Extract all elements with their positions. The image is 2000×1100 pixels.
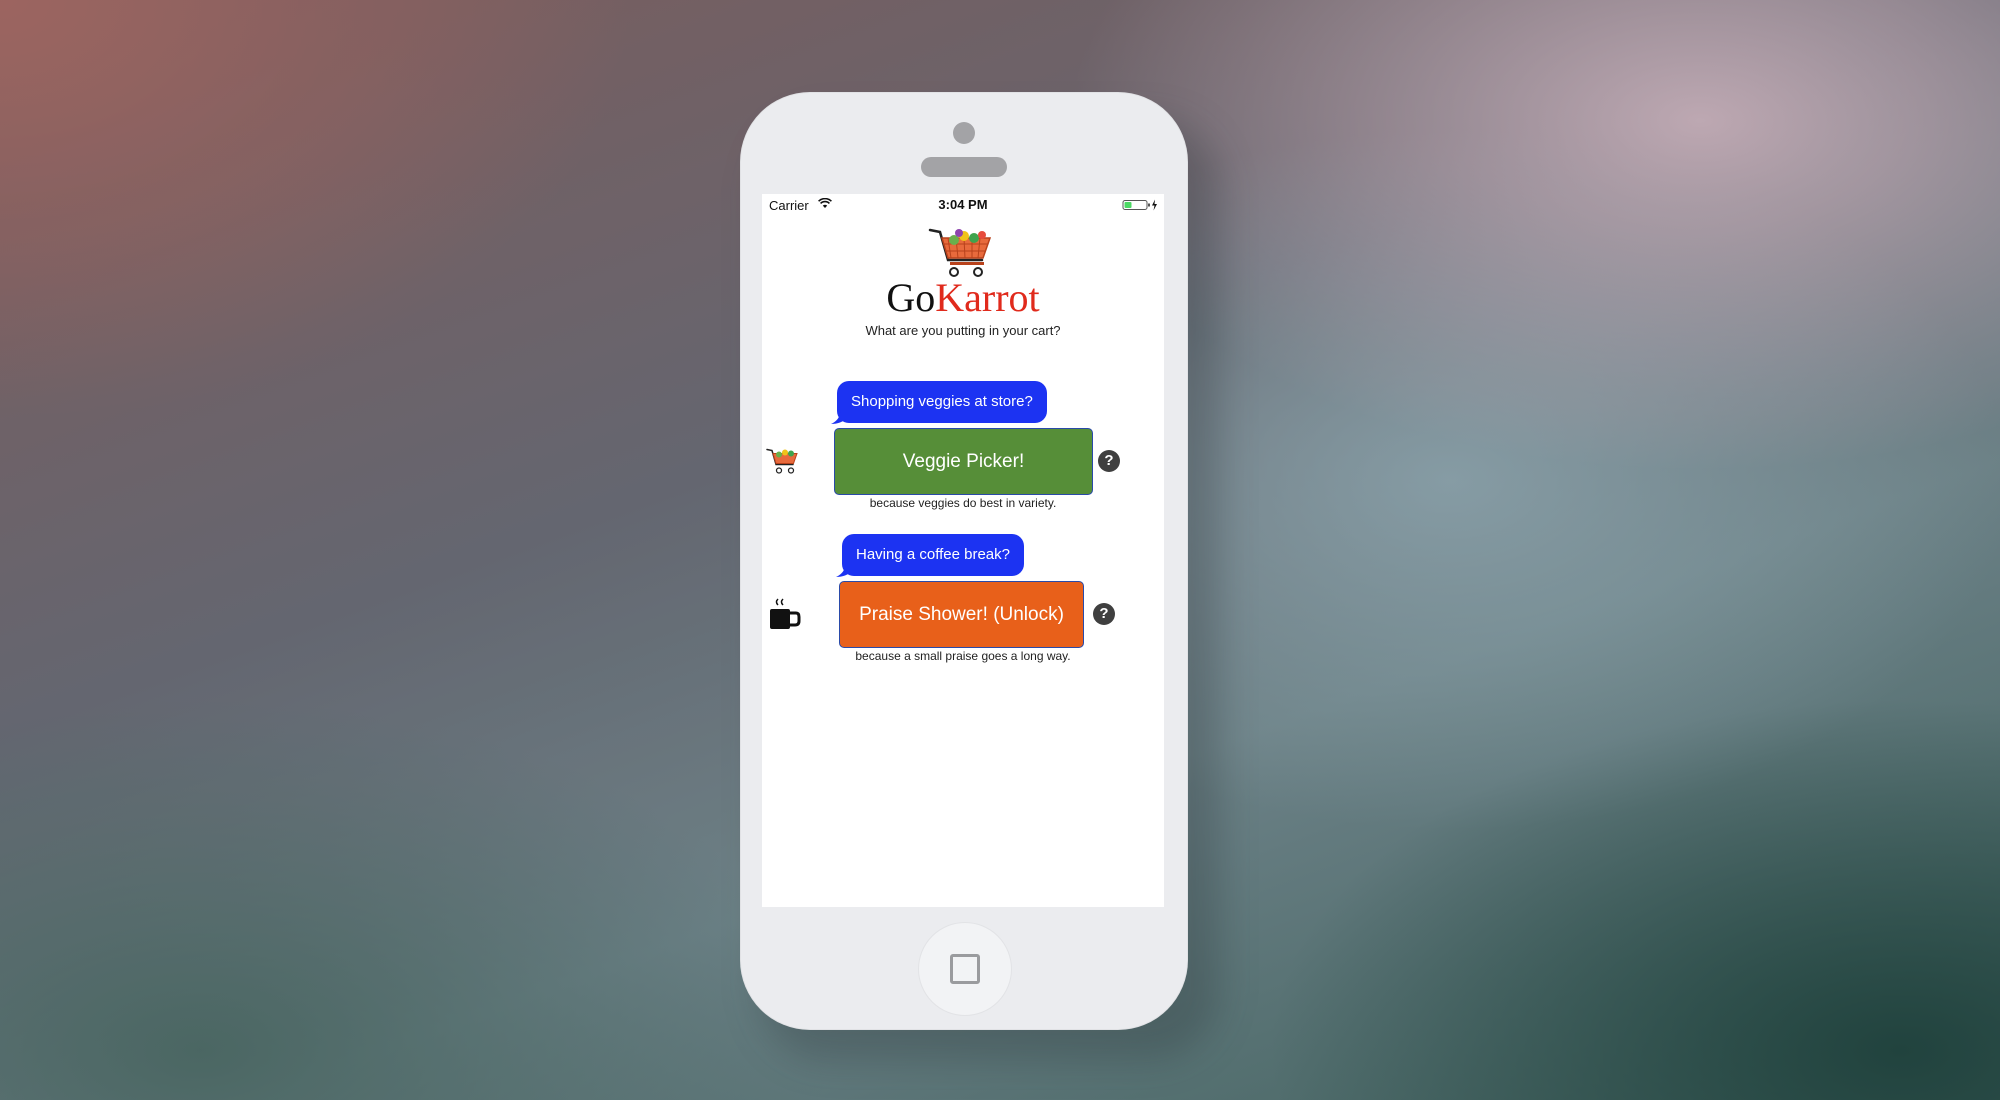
- home-button[interactable]: [918, 922, 1012, 1016]
- bubble-tail: [831, 410, 847, 424]
- brand-logo: GoKarrot: [762, 276, 1164, 320]
- prompt-bubble-coffee: Having a coffee break?: [836, 534, 1024, 577]
- praise-shower-button[interactable]: Praise Shower! (Unlock): [839, 581, 1084, 648]
- prompt-text: Having a coffee break?: [856, 546, 1010, 563]
- home-square-icon: [950, 954, 980, 984]
- earpiece-speaker: [921, 157, 1007, 177]
- help-icon[interactable]: ?: [1098, 450, 1120, 472]
- shopping-cart-icon: [928, 228, 992, 277]
- phone-frame: Carrier 3:04 PM GoKarrot What are you pu…: [740, 92, 1188, 1030]
- front-camera: [953, 122, 975, 144]
- brand-logo-karrot: Karrot: [935, 275, 1040, 320]
- help-icon[interactable]: ?: [1093, 603, 1115, 625]
- prompt-bubble-veggies: Shopping veggies at store?: [831, 381, 1047, 424]
- prompt-text: Shopping veggies at store?: [851, 393, 1033, 410]
- status-bar: Carrier 3:04 PM: [762, 194, 1164, 214]
- action-caption: because veggies do best in variety.: [869, 496, 1057, 510]
- bubble-tail: [836, 563, 852, 577]
- coffee-mug-icon: [770, 598, 801, 629]
- status-time: 3:04 PM: [938, 197, 988, 212]
- app-screen: Carrier 3:04 PM GoKarrot What are you pu…: [762, 194, 1164, 907]
- action-caption: because a small praise goes a long way.: [855, 649, 1071, 663]
- battery-charging-icon: [1122, 199, 1157, 211]
- shopping-cart-icon: [766, 448, 798, 474]
- tagline: What are you putting in your cart?: [865, 323, 1061, 338]
- veggie-picker-button[interactable]: Veggie Picker!: [834, 428, 1093, 495]
- brand-logo-go: Go: [886, 275, 936, 320]
